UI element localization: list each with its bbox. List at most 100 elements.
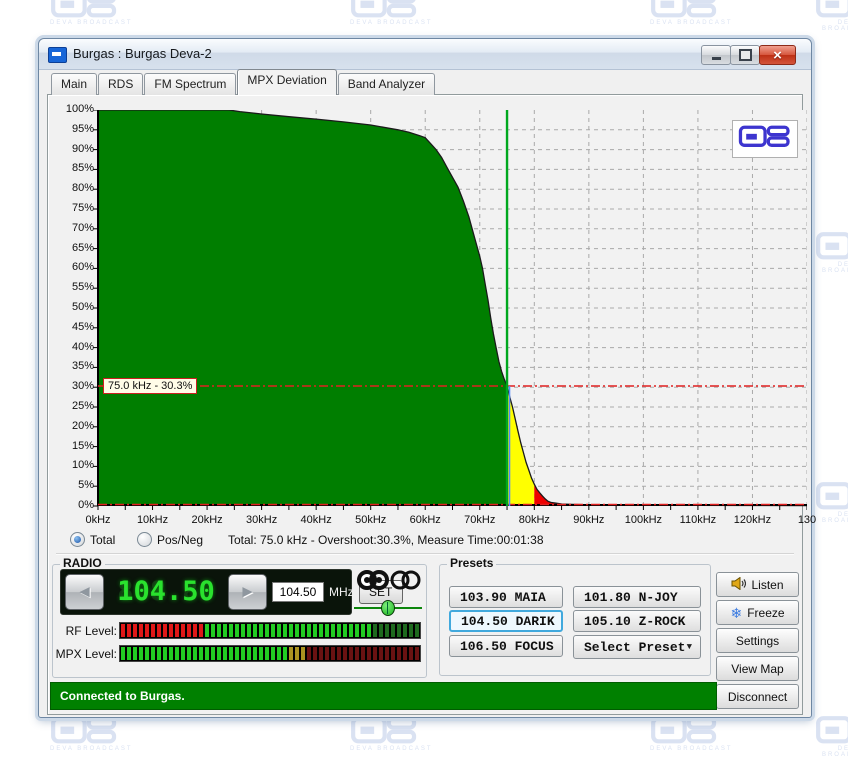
close-button[interactable]: × — [759, 45, 796, 65]
radio-selected-icon[interactable] — [70, 532, 85, 547]
y-tick-label: 20% — [54, 420, 94, 432]
measure-summary: Total: 75.0 kHz - Overshoot:30.3%, Measu… — [228, 533, 544, 547]
meter-segment — [313, 647, 317, 660]
meter-segment — [211, 647, 215, 660]
meter-segment — [319, 624, 323, 637]
meter-segment — [379, 647, 383, 660]
balance-slider[interactable] — [354, 600, 422, 616]
tab-band-analyzer[interactable]: Band Analyzer — [338, 73, 435, 95]
preset-button-n-joy[interactable]: 101.80 N-JOY — [573, 586, 701, 608]
freeze-button[interactable]: ❄Freeze — [716, 600, 799, 625]
maximize-button[interactable] — [730, 45, 760, 65]
x-tick-label: 120kHz — [729, 514, 775, 526]
meter-segment — [337, 647, 341, 660]
meter-segment — [235, 624, 239, 637]
view-map-button[interactable]: View Map — [716, 656, 799, 681]
deva-watermark-logo: DEVA BROADCAST — [815, 0, 848, 32]
meter-segment — [193, 624, 197, 637]
preset-label: 101.80 N-JOY — [584, 590, 678, 605]
y-tick-label: 70% — [54, 222, 94, 234]
posneg-radio[interactable]: Pos/Neg — [137, 532, 203, 547]
app-window: Burgas : Burgas Deva-2 × MainRDSFM Spect… — [38, 38, 812, 718]
preset-button-z-rock[interactable]: 105.10 Z-ROCK — [573, 610, 701, 632]
meter-segment — [403, 647, 407, 660]
preset-label: 106.50 FOCUS — [460, 639, 554, 654]
meter-segment — [133, 647, 137, 660]
meter-segment — [127, 624, 131, 637]
y-tick-label: 10% — [54, 459, 94, 471]
y-tick-label: 55% — [54, 281, 94, 293]
meter-segment — [313, 624, 317, 637]
meter-segment — [205, 647, 209, 660]
disconnect-button[interactable]: Disconnect — [716, 684, 799, 709]
y-tick-label: 25% — [54, 400, 94, 412]
right-arrow-icon: ► — [239, 582, 256, 602]
radio-unselected-icon[interactable] — [137, 532, 152, 547]
y-tick-label: 45% — [54, 321, 94, 333]
x-tick-label: 50kHz — [348, 514, 394, 526]
y-tick-label: 0% — [54, 499, 94, 511]
meter-segment — [259, 624, 263, 637]
meter-segment — [307, 624, 311, 637]
meter-segment — [247, 647, 251, 660]
meter-segment — [253, 624, 257, 637]
meter-segment — [325, 624, 329, 637]
preset-button-maia[interactable]: 103.90 MAIA — [449, 586, 563, 608]
tune-up-button[interactable]: ► — [228, 574, 267, 610]
meter-segment — [319, 647, 323, 660]
frequency-input[interactable] — [272, 582, 324, 602]
deva-watermark-logo: DEVA BROADCAST — [350, 714, 433, 752]
meter-segment — [295, 647, 299, 660]
status-text: Connected to Burgas. — [51, 689, 185, 703]
stereo-mono-indicator — [356, 568, 422, 595]
x-tick-label: 100kHz — [620, 514, 666, 526]
x-tick-label: 110kHz — [675, 514, 721, 526]
preset-button-focus[interactable]: 106.50 FOCUS — [449, 635, 563, 657]
speaker-icon — [731, 577, 746, 593]
action-button-label: Disconnect — [728, 690, 787, 704]
x-tick-label: 0kHz — [75, 514, 121, 526]
snowflake-icon: ❄ — [730, 606, 742, 620]
y-tick-label: 35% — [54, 360, 94, 372]
action-button-label: Settings — [736, 634, 779, 648]
mono-icon — [392, 572, 419, 588]
tab-mpx-deviation[interactable]: MPX Deviation — [237, 69, 336, 95]
tab-fm-spectrum[interactable]: FM Spectrum — [144, 73, 236, 95]
tuner-panel: ◄ 888.88 104.50 ► MHz SET — [60, 569, 352, 615]
deva-watermark-logo: DEVA BROADCAST — [650, 0, 733, 26]
listen-button[interactable]: Listen — [716, 572, 799, 597]
meter-segment — [175, 624, 179, 637]
preset-button-darik[interactable]: 104.50 DARIK — [449, 610, 563, 632]
meter-segment — [199, 624, 203, 637]
total-radio[interactable]: Total — [70, 532, 115, 547]
y-tick-label: 30% — [54, 380, 94, 392]
app-icon — [48, 47, 67, 63]
meter-segment — [391, 624, 395, 637]
preset-label: 105.10 Z-ROCK — [584, 614, 685, 629]
minimize-button[interactable] — [701, 45, 731, 65]
meter-segment — [139, 647, 143, 660]
meter-segment — [229, 624, 233, 637]
meter-segment — [301, 647, 305, 660]
meter-segment — [349, 647, 353, 660]
meter-segment — [415, 624, 419, 637]
area-above-80kHz — [534, 484, 807, 506]
title-bar[interactable]: Burgas : Burgas Deva-2 × — [39, 39, 811, 70]
x-tick-label: 80kHz — [511, 514, 557, 526]
meter-segment — [397, 624, 401, 637]
meter-segment — [175, 647, 179, 660]
x-tick-label: 60kHz — [402, 514, 448, 526]
tab-rds[interactable]: RDS — [98, 73, 143, 95]
settings-button[interactable]: Settings — [716, 628, 799, 653]
x-tick-label: 70kHz — [457, 514, 503, 526]
deva-watermark-logo: DEVA BROADCAST — [350, 0, 433, 26]
tune-down-button[interactable]: ◄ — [65, 574, 104, 610]
meter-segment — [127, 647, 131, 660]
tab-main[interactable]: Main — [51, 73, 97, 95]
select-preset-dropdown[interactable]: Select Preset▼ — [573, 635, 701, 659]
meter-segment — [187, 647, 191, 660]
y-tick-label: 75% — [54, 202, 94, 214]
slider-thumb[interactable] — [381, 600, 395, 616]
area-below-75kHz — [98, 110, 507, 506]
y-tick-label: 65% — [54, 242, 94, 254]
